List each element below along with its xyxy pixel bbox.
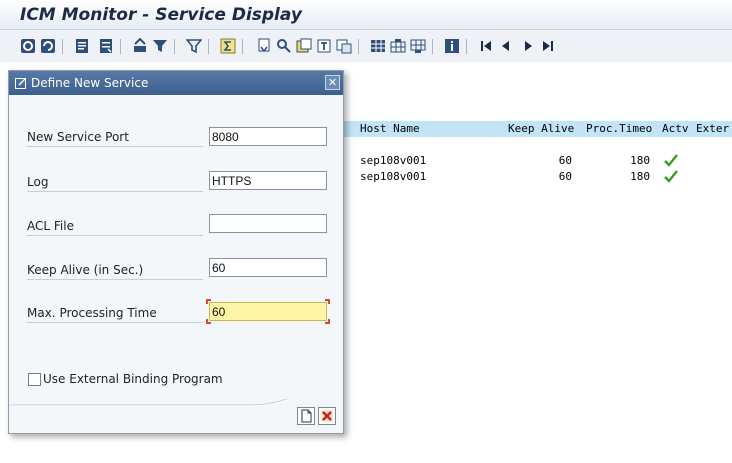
dialog-footer — [9, 399, 343, 433]
max-processing-time-input[interactable] — [209, 302, 327, 321]
dialog-title: Define New Service — [31, 76, 149, 90]
focus-corner — [325, 319, 330, 324]
toolbar-separator — [466, 39, 467, 54]
keep-alive-input[interactable] — [209, 258, 327, 277]
acl-file-label: ACL File — [27, 219, 74, 233]
toolbar-separator — [120, 39, 121, 54]
toolbar-separator — [174, 39, 175, 54]
cell-keep-alive: 60 — [558, 154, 572, 167]
focus-corner — [325, 299, 330, 304]
word-processing-icon[interactable] — [316, 38, 332, 54]
refresh-all-icon[interactable] — [40, 38, 56, 54]
cell-keep-alive: 60 — [558, 170, 572, 183]
field-underline — [27, 146, 203, 147]
info-icon[interactable] — [444, 38, 460, 54]
prev-page-icon[interactable] — [498, 38, 514, 54]
next-page-icon[interactable] — [520, 38, 536, 54]
last-page-icon[interactable] — [540, 38, 556, 54]
sum-icon[interactable] — [220, 38, 236, 54]
external-binding-checkbox[interactable] — [28, 373, 41, 386]
table-header: Host Name Keep Alive Proc.Timeo Actv Ext… — [342, 121, 732, 137]
cancel-button[interactable] — [318, 407, 336, 425]
application-toolbar — [0, 31, 732, 61]
first-page-icon[interactable] — [478, 38, 494, 54]
active-check-icon — [664, 170, 678, 183]
cancel-icon — [321, 410, 333, 422]
focus-corner — [206, 299, 211, 304]
column-header-proc-timeo[interactable]: Proc.Timeo — [586, 122, 652, 135]
toolbar-separator — [208, 39, 209, 54]
toolbar-separator — [242, 39, 243, 54]
acl-file-input[interactable] — [209, 214, 327, 233]
cell-host: sep108v001 — [360, 154, 427, 167]
column-header-exter[interactable]: Exter — [696, 122, 729, 135]
field-underline — [27, 322, 203, 323]
set-filter-icon[interactable] — [186, 38, 202, 54]
details-icon[interactable] — [74, 38, 90, 54]
toolbar-separator — [432, 39, 433, 54]
focus-corner — [206, 319, 211, 324]
footer-decoration — [9, 399, 294, 407]
refresh-icon[interactable] — [20, 38, 36, 54]
column-header-keep-alive[interactable]: Keep Alive — [508, 122, 574, 135]
log-label: Log — [27, 175, 49, 189]
insert-row-icon[interactable] — [390, 38, 406, 54]
window-title: ICM Monitor - Service Display — [20, 5, 302, 25]
service-port-input[interactable] — [209, 127, 327, 146]
toolbar-separator — [62, 39, 63, 54]
column-header-actv[interactable]: Actv — [662, 122, 689, 135]
local-file-icon[interactable] — [336, 38, 352, 54]
delete-row-icon[interactable] — [410, 38, 426, 54]
external-binding-label[interactable]: Use External Binding Program — [43, 372, 223, 386]
field-underline — [27, 279, 203, 280]
max-processing-time-label: Max. Processing Time — [27, 306, 157, 320]
active-check-icon — [664, 154, 678, 167]
export-icon[interactable] — [256, 38, 272, 54]
table-row[interactable]: sep108v001 60 180 — [342, 153, 732, 169]
cell-proc-timeo: 180 — [630, 154, 650, 167]
column-header-host[interactable]: Host Name — [360, 122, 420, 135]
layout-icon[interactable] — [98, 38, 114, 54]
keep-alive-label: Keep Alive (in Sec.) — [27, 263, 144, 277]
toolbar-separator — [358, 39, 359, 54]
print-icon[interactable] — [132, 38, 148, 54]
filter-icon[interactable] — [152, 38, 168, 54]
new-document-icon — [301, 409, 312, 423]
log-input[interactable] — [209, 171, 327, 190]
service-port-label: New Service Port — [27, 130, 129, 144]
edit-icon — [15, 78, 26, 89]
title-bar: ICM Monitor - Service Display — [0, 0, 732, 30]
dialog-title-bar[interactable]: Define New Service ✕ — [9, 71, 343, 95]
cell-host: sep108v001 — [360, 170, 427, 183]
find-icon[interactable] — [276, 38, 292, 54]
cell-proc-timeo: 180 — [630, 170, 650, 183]
field-underline — [27, 235, 203, 236]
field-underline — [27, 191, 203, 192]
spreadsheet-icon[interactable] — [296, 38, 312, 54]
define-new-service-dialog: Define New Service ✕ New Service Port Lo… — [8, 70, 344, 434]
create-button[interactable] — [297, 407, 315, 425]
grid-icon[interactable] — [370, 38, 386, 54]
close-icon[interactable]: ✕ — [325, 75, 340, 90]
table-row[interactable]: sep108v001 60 180 — [342, 169, 732, 185]
